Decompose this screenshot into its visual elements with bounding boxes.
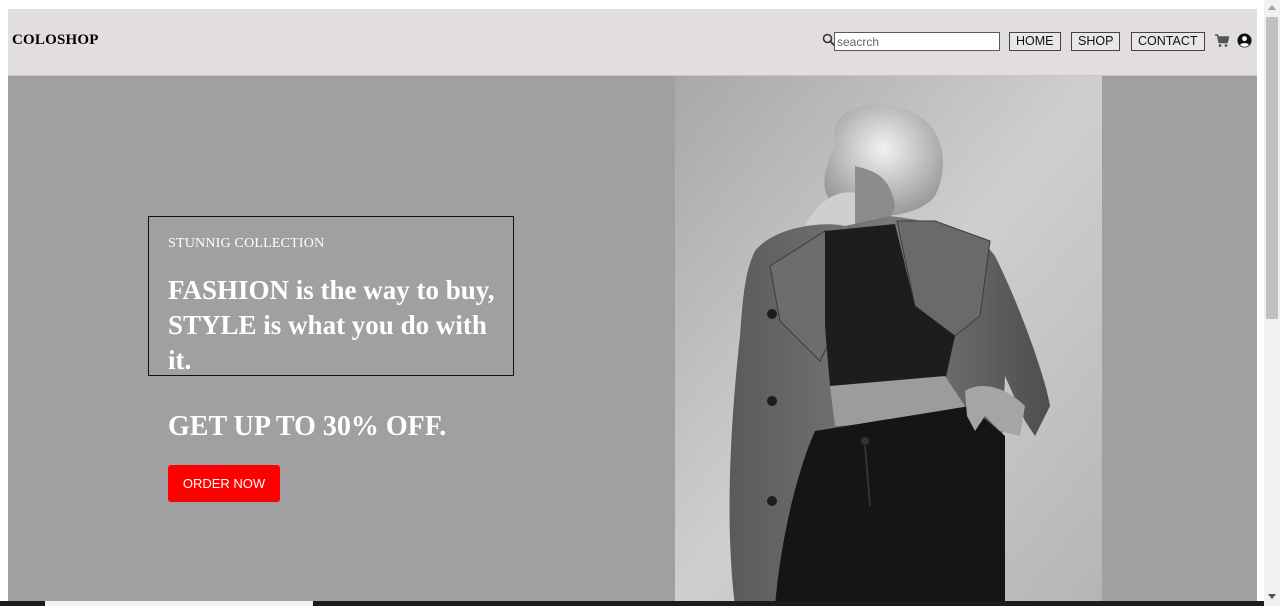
cart-icon[interactable] (1214, 33, 1230, 48)
brand-logo[interactable]: COLOSHOP (12, 32, 99, 49)
scrollbar-thumb[interactable] (1266, 17, 1278, 319)
hero-model-photo (675, 76, 1102, 606)
user-circle-icon[interactable] (1237, 33, 1252, 48)
nav-contact-button[interactable]: CONTACT (1131, 32, 1205, 51)
search-input[interactable] (834, 32, 1000, 51)
nav-home-button[interactable]: HOME (1009, 32, 1061, 51)
taskbar-active-item (45, 601, 313, 606)
hero-right-panel (1102, 76, 1257, 606)
discount-offer: GET UP TO 30% OFF. (168, 411, 447, 442)
scroll-up-arrow-icon[interactable] (1264, 0, 1280, 16)
nav-shop-button[interactable]: SHOP (1071, 32, 1121, 51)
hero-headline: FASHION is the way to buy, STYLE is what… (168, 275, 495, 375)
collection-label: STUNNIG COLLECTION (168, 236, 325, 251)
top-navbar: COLOSHOP HOME SHOP CONTACT (8, 9, 1257, 76)
model-image (675, 76, 1102, 606)
scroll-down-arrow-icon[interactable] (1264, 588, 1280, 604)
order-now-button[interactable]: ORDER NOW (168, 465, 280, 502)
promo-text-box: STUNNIG COLLECTION FASHION is the way to… (148, 216, 514, 376)
page-frame: COLOSHOP HOME SHOP CONTACT STUNNIG COLLE… (8, 9, 1257, 606)
